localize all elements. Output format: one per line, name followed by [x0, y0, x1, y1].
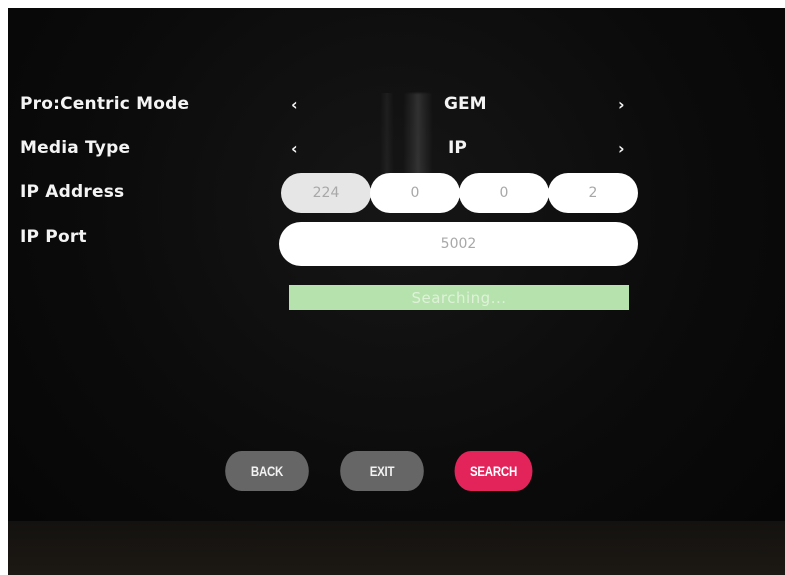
procentric-mode-label: Pro:Centric Mode	[20, 94, 190, 114]
exit-button[interactable]: EXIT	[340, 451, 424, 491]
ip-octet-4-field[interactable]: 2	[548, 173, 638, 213]
bezel-bottom	[8, 521, 785, 575]
chevron-right-icon[interactable]: ›	[618, 139, 625, 158]
ip-octet-2-field[interactable]: 0	[370, 173, 460, 213]
tv-screen: Pro:Centric Mode ‹ GEM › Media Type ‹ IP…	[8, 8, 785, 575]
chevron-left-icon[interactable]: ‹	[291, 95, 298, 114]
media-type-value: IP	[448, 138, 467, 158]
back-button[interactable]: BACK	[225, 451, 309, 491]
media-type-label: Media Type	[20, 138, 131, 158]
ip-port-field[interactable]: 5002	[279, 222, 638, 266]
procentric-mode-value: GEM	[444, 94, 487, 114]
ip-port-label: IP Port	[20, 227, 87, 247]
chevron-right-icon[interactable]: ›	[618, 95, 625, 114]
search-button[interactable]: SEARCH	[454, 451, 533, 491]
ip-octet-3-field[interactable]: 0	[459, 173, 549, 213]
searching-status-bar: Searching...	[289, 285, 629, 310]
ip-address-label: IP Address	[20, 182, 125, 202]
chevron-left-icon[interactable]: ‹	[291, 139, 298, 158]
ip-octet-1-field[interactable]: 224	[281, 173, 371, 213]
